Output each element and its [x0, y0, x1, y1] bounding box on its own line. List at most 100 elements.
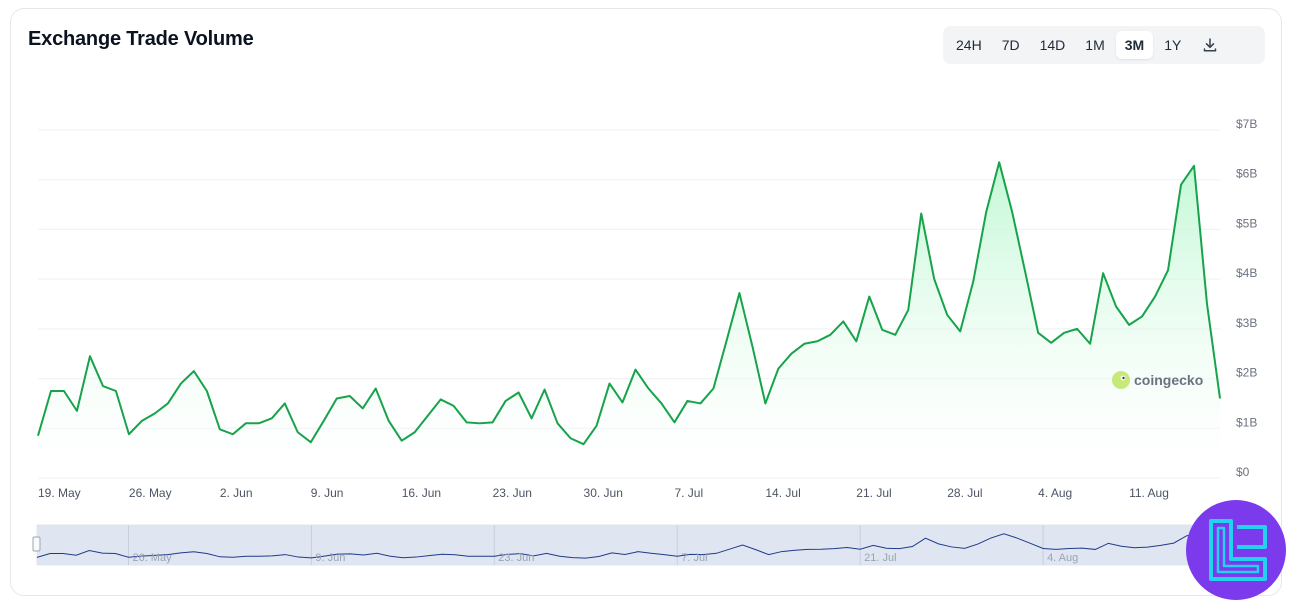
- brand-badge: [1186, 500, 1286, 600]
- data-point: [1011, 211, 1013, 213]
- data-point: [570, 437, 572, 439]
- data-point: [712, 388, 714, 390]
- data-point: [1219, 397, 1221, 399]
- y-tick-label: $0: [1236, 465, 1250, 479]
- data-point: [1115, 305, 1117, 307]
- data-point: [738, 292, 740, 294]
- x-tick-label: 26. May: [129, 486, 172, 500]
- x-tick-label: 2. Jun: [220, 486, 253, 500]
- data-point: [985, 211, 987, 213]
- data-point: [933, 278, 935, 280]
- data-point: [1193, 165, 1195, 167]
- x-tick-label: 19. May: [38, 486, 81, 500]
- navigator-handle-left[interactable]: [32, 536, 41, 552]
- data-point: [310, 441, 312, 443]
- data-point: [1063, 332, 1065, 334]
- data-point: [622, 401, 624, 403]
- data-point: [232, 433, 234, 435]
- data-point: [1206, 303, 1208, 305]
- data-point: [362, 407, 364, 409]
- data-point: [440, 398, 442, 400]
- data-point: [427, 415, 429, 417]
- coingecko-logo-icon: [1112, 371, 1130, 389]
- x-tick-label: 30. Jun: [584, 486, 623, 500]
- navigator-tick-label: 7. Jul: [681, 552, 707, 564]
- data-point: [920, 213, 922, 215]
- data-point: [842, 320, 844, 322]
- navigator[interactable]: 26. May 9. Jun 23. Jun 7. Jul 21. Jul 4. Aug: [32, 524, 1227, 566]
- navigator-tick-label: 4. Aug: [1047, 552, 1078, 564]
- data-point: [881, 329, 883, 331]
- data-point: [115, 390, 117, 392]
- data-point: [141, 420, 143, 422]
- data-point: [102, 385, 104, 387]
- data-point: [50, 390, 52, 392]
- data-point: [998, 161, 1000, 163]
- x-tick-label: 14. Jul: [765, 486, 800, 500]
- data-point: [790, 353, 792, 355]
- data-point: [725, 340, 727, 342]
- data-point: [206, 390, 208, 392]
- data-point: [154, 412, 156, 414]
- y-tick-label: $5B: [1236, 216, 1257, 230]
- data-point: [634, 369, 636, 371]
- data-point: [414, 431, 416, 433]
- data-point: [1024, 271, 1026, 273]
- y-tick-label: $6B: [1236, 167, 1257, 181]
- navigator-tick-label: 23. Jun: [498, 552, 534, 564]
- data-point: [167, 402, 169, 404]
- data-point: [959, 330, 961, 332]
- data-point: [764, 402, 766, 404]
- data-point: [609, 383, 611, 385]
- data-point: [479, 422, 481, 424]
- data-point: [76, 410, 78, 412]
- data-point: [336, 397, 338, 399]
- navigator-tick-label: 26. May: [132, 552, 172, 564]
- data-point: [128, 433, 130, 435]
- data-point: [505, 400, 507, 402]
- data-point: [388, 420, 390, 422]
- data-point: [89, 355, 91, 357]
- data-point: [1037, 332, 1039, 334]
- y-tick-label: $2B: [1236, 366, 1257, 380]
- data-point: [258, 422, 260, 424]
- data-point: [1128, 324, 1130, 326]
- data-point: [544, 389, 546, 391]
- x-tick-label: 4. Aug: [1038, 486, 1072, 500]
- data-point: [492, 421, 494, 423]
- data-point: [972, 281, 974, 283]
- data-point: [297, 431, 299, 433]
- data-point: [673, 421, 675, 423]
- navigator-tick-label: 21. Jul: [864, 552, 896, 564]
- data-point: [596, 425, 598, 427]
- data-point: [1167, 269, 1169, 271]
- data-point: [557, 422, 559, 424]
- x-tick-label: 9. Jun: [311, 486, 344, 500]
- data-point: [647, 388, 649, 390]
- y-axis: $0 $1B $2B $3B $4B $5B $6B $7B: [1236, 117, 1257, 479]
- data-point: [1102, 272, 1104, 274]
- volume-area: [38, 162, 1220, 478]
- data-point: [453, 405, 455, 407]
- x-axis: 19. May 26. May 2. Jun 9. Jun 16. Jun 23. Jun…: [38, 486, 1169, 500]
- data-point: [894, 334, 896, 336]
- y-tick-label: $4B: [1236, 266, 1257, 280]
- volume-chart[interactable]: $0 $1B $2B $3B $4B $5B $6B $7B 19. May 26. May 2.…: [0, 0, 1294, 608]
- data-point: [583, 443, 585, 445]
- data-point: [1050, 342, 1052, 344]
- data-point: [518, 391, 520, 393]
- data-point: [245, 422, 247, 424]
- data-point: [686, 400, 688, 402]
- data-point: [751, 345, 753, 347]
- data-point: [907, 309, 909, 311]
- x-tick-label: 28. Jul: [947, 486, 982, 500]
- data-point: [946, 314, 948, 316]
- data-point: [180, 383, 182, 385]
- brand-logo-icon: [1209, 519, 1267, 581]
- data-point: [323, 420, 325, 422]
- data-point: [1180, 184, 1182, 186]
- data-point: [777, 368, 779, 370]
- x-tick-label: 23. Jun: [493, 486, 532, 500]
- y-tick-label: $1B: [1236, 415, 1257, 429]
- data-point: [37, 435, 39, 437]
